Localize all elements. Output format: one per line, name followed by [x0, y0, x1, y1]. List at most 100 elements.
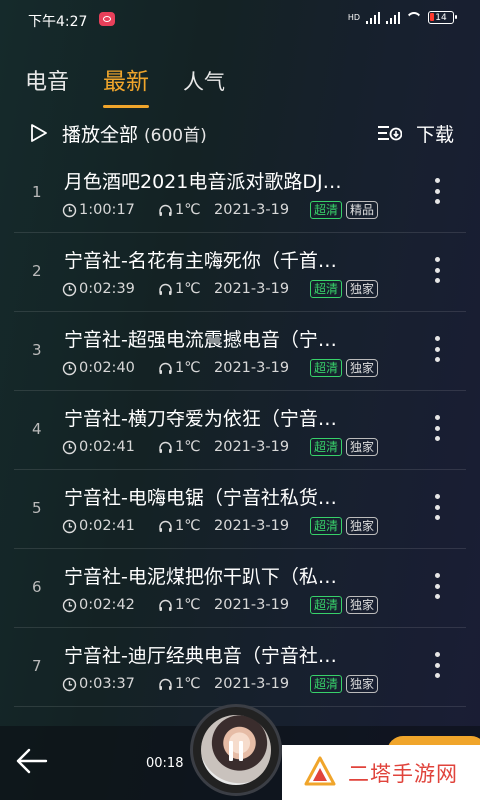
quality-badge: 超清	[310, 675, 343, 693]
temp-text: 1℃	[175, 281, 201, 297]
more-options-icon[interactable]	[434, 336, 440, 362]
song-index: 6	[32, 578, 42, 596]
song-duration: 0:02:41	[62, 518, 158, 534]
duration-text: 0:03:37	[79, 676, 135, 692]
duration-text: 0:02:41	[79, 518, 135, 534]
wifi-icon	[406, 12, 422, 24]
song-row[interactable]: 6 宁音社-电泥煤把你干趴下（私… 0:02:42 1℃ 2021-3-19 超…	[14, 549, 466, 628]
song-duration: 0:03:37	[62, 676, 158, 692]
song-date: 2021-3-19	[214, 439, 290, 455]
clock-icon	[62, 203, 77, 217]
song-index: 2	[32, 262, 42, 280]
clock-icon	[62, 282, 77, 296]
headphones-icon	[159, 520, 172, 532]
tab-latest[interactable]: 最新	[103, 62, 150, 108]
temp-text: 1℃	[175, 439, 201, 455]
tag-badge: 独家	[346, 517, 379, 535]
tag-badge: 独家	[346, 359, 379, 377]
song-date: 2021-3-19	[214, 597, 290, 613]
more-options-icon[interactable]	[434, 415, 440, 441]
back-arrow-icon[interactable]	[14, 746, 48, 780]
clock-icon	[62, 677, 77, 691]
play-all-row[interactable]: 播放全部 (600首) 下载	[30, 118, 454, 148]
tab-dianyin[interactable]: 电音	[25, 64, 69, 104]
song-row[interactable]: 4 宁音社-横刀夺爱为依狂（宁音… 0:02:41 1℃ 2021-3-19 超…	[14, 391, 466, 470]
song-row[interactable]: 7 宁音社-迪厅经典电音（宁音社… 0:03:37 1℃ 2021-3-19 超…	[14, 628, 466, 707]
network-hd-label: HD	[347, 12, 360, 22]
duration-text: 0:02:42	[79, 597, 135, 613]
album-disc[interactable]	[190, 704, 282, 796]
more-options-icon[interactable]	[434, 573, 440, 599]
song-date: 2021-3-19	[214, 676, 290, 692]
song-meta: 0:02:41 1℃ 2021-3-19 超清 独家	[62, 517, 379, 535]
play-icon	[30, 123, 48, 143]
tag-badge: 独家	[346, 438, 379, 456]
watermark-logo-icon	[304, 756, 336, 790]
tab-popular[interactable]: 人气	[183, 66, 225, 104]
quality-badge: 超清	[310, 438, 343, 456]
song-plays: 1℃	[158, 360, 214, 376]
song-index: 3	[32, 341, 42, 359]
song-title: 宁音社-电嗨电锯（宁音社私货…	[64, 487, 337, 509]
headphones-icon	[159, 441, 172, 453]
song-row[interactable]: 5 宁音社-电嗨电锯（宁音社私货… 0:02:41 1℃ 2021-3-19 超…	[14, 470, 466, 549]
song-meta: 0:02:42 1℃ 2021-3-19 超清 独家	[62, 596, 379, 614]
song-date: 2021-3-19	[214, 202, 290, 218]
download-button[interactable]: 下载	[377, 118, 454, 148]
temp-text: 1℃	[175, 597, 201, 613]
play-all-count: (600首)	[144, 125, 207, 146]
song-date: 2021-3-19	[214, 518, 290, 534]
quality-badge: 超清	[310, 596, 343, 614]
tag-badge: 独家	[346, 596, 379, 614]
song-index: 5	[32, 499, 42, 517]
temp-text: 1℃	[175, 202, 201, 218]
song-plays: 1℃	[158, 676, 214, 692]
song-duration: 1:00:17	[62, 202, 158, 218]
more-options-icon[interactable]	[434, 652, 440, 678]
song-title: 宁音社-电泥煤把你干趴下（私…	[64, 566, 337, 588]
watermark: 二塔手游网	[282, 745, 480, 800]
duration-text: 0:02:40	[79, 360, 135, 376]
more-options-icon[interactable]	[434, 494, 440, 520]
quality-badge: 超清	[310, 280, 343, 298]
duration-text: 0:02:39	[79, 281, 135, 297]
song-index: 7	[32, 657, 42, 675]
temp-text: 1℃	[175, 518, 201, 534]
song-row[interactable]: 2 宁音社-名花有主嗨死你（千首… 0:02:39 1℃ 2021-3-19 超…	[14, 233, 466, 312]
more-options-icon[interactable]	[434, 178, 440, 204]
song-row[interactable]: 3 宁音社-超强电流震撼电音（宁… 0:02:40 1℃ 2021-3-19 超…	[14, 312, 466, 391]
song-date: 2021-3-19	[214, 360, 290, 376]
song-duration: 0:02:39	[62, 281, 158, 297]
pause-icon[interactable]	[229, 741, 243, 761]
song-meta: 1:00:17 1℃ 2021-3-19 超清 精品	[62, 201, 379, 219]
clock-icon	[62, 519, 77, 533]
song-duration: 0:02:41	[62, 439, 158, 455]
song-meta: 0:02:40 1℃ 2021-3-19 超清 独家	[62, 359, 379, 377]
elapsed-time: 00:18	[146, 756, 184, 771]
duration-text: 1:00:17	[79, 202, 135, 218]
status-time: 下午4:27	[28, 14, 88, 30]
quality-badge: 超清	[310, 517, 343, 535]
headphones-icon	[159, 204, 172, 216]
clock-icon	[62, 361, 77, 375]
song-date: 2021-3-19	[214, 281, 290, 297]
song-row[interactable]: 1 月色酒吧2021电音派对歌路DJ… 1:00:17 1℃ 2021-3-19…	[14, 154, 466, 233]
song-index: 1	[32, 183, 42, 201]
notification-app-icon	[99, 12, 115, 26]
battery-icon: 14	[428, 11, 457, 24]
temp-text: 1℃	[175, 676, 201, 692]
signal-icon	[366, 11, 380, 24]
more-options-icon[interactable]	[434, 257, 440, 283]
headphones-icon	[159, 599, 172, 611]
song-plays: 1℃	[158, 202, 214, 218]
song-meta: 0:02:39 1℃ 2021-3-19 超清 独家	[62, 280, 379, 298]
play-all-label: 播放全部	[62, 123, 139, 146]
battery-level: 14	[435, 12, 447, 23]
download-list-icon	[377, 124, 402, 142]
clock-icon	[62, 598, 77, 612]
song-title: 宁音社-名花有主嗨死你（千首…	[64, 250, 337, 272]
duration-text: 0:02:41	[79, 439, 135, 455]
headphones-icon	[159, 678, 172, 690]
song-duration: 0:02:42	[62, 597, 158, 613]
tag-badge: 精品	[346, 201, 379, 219]
